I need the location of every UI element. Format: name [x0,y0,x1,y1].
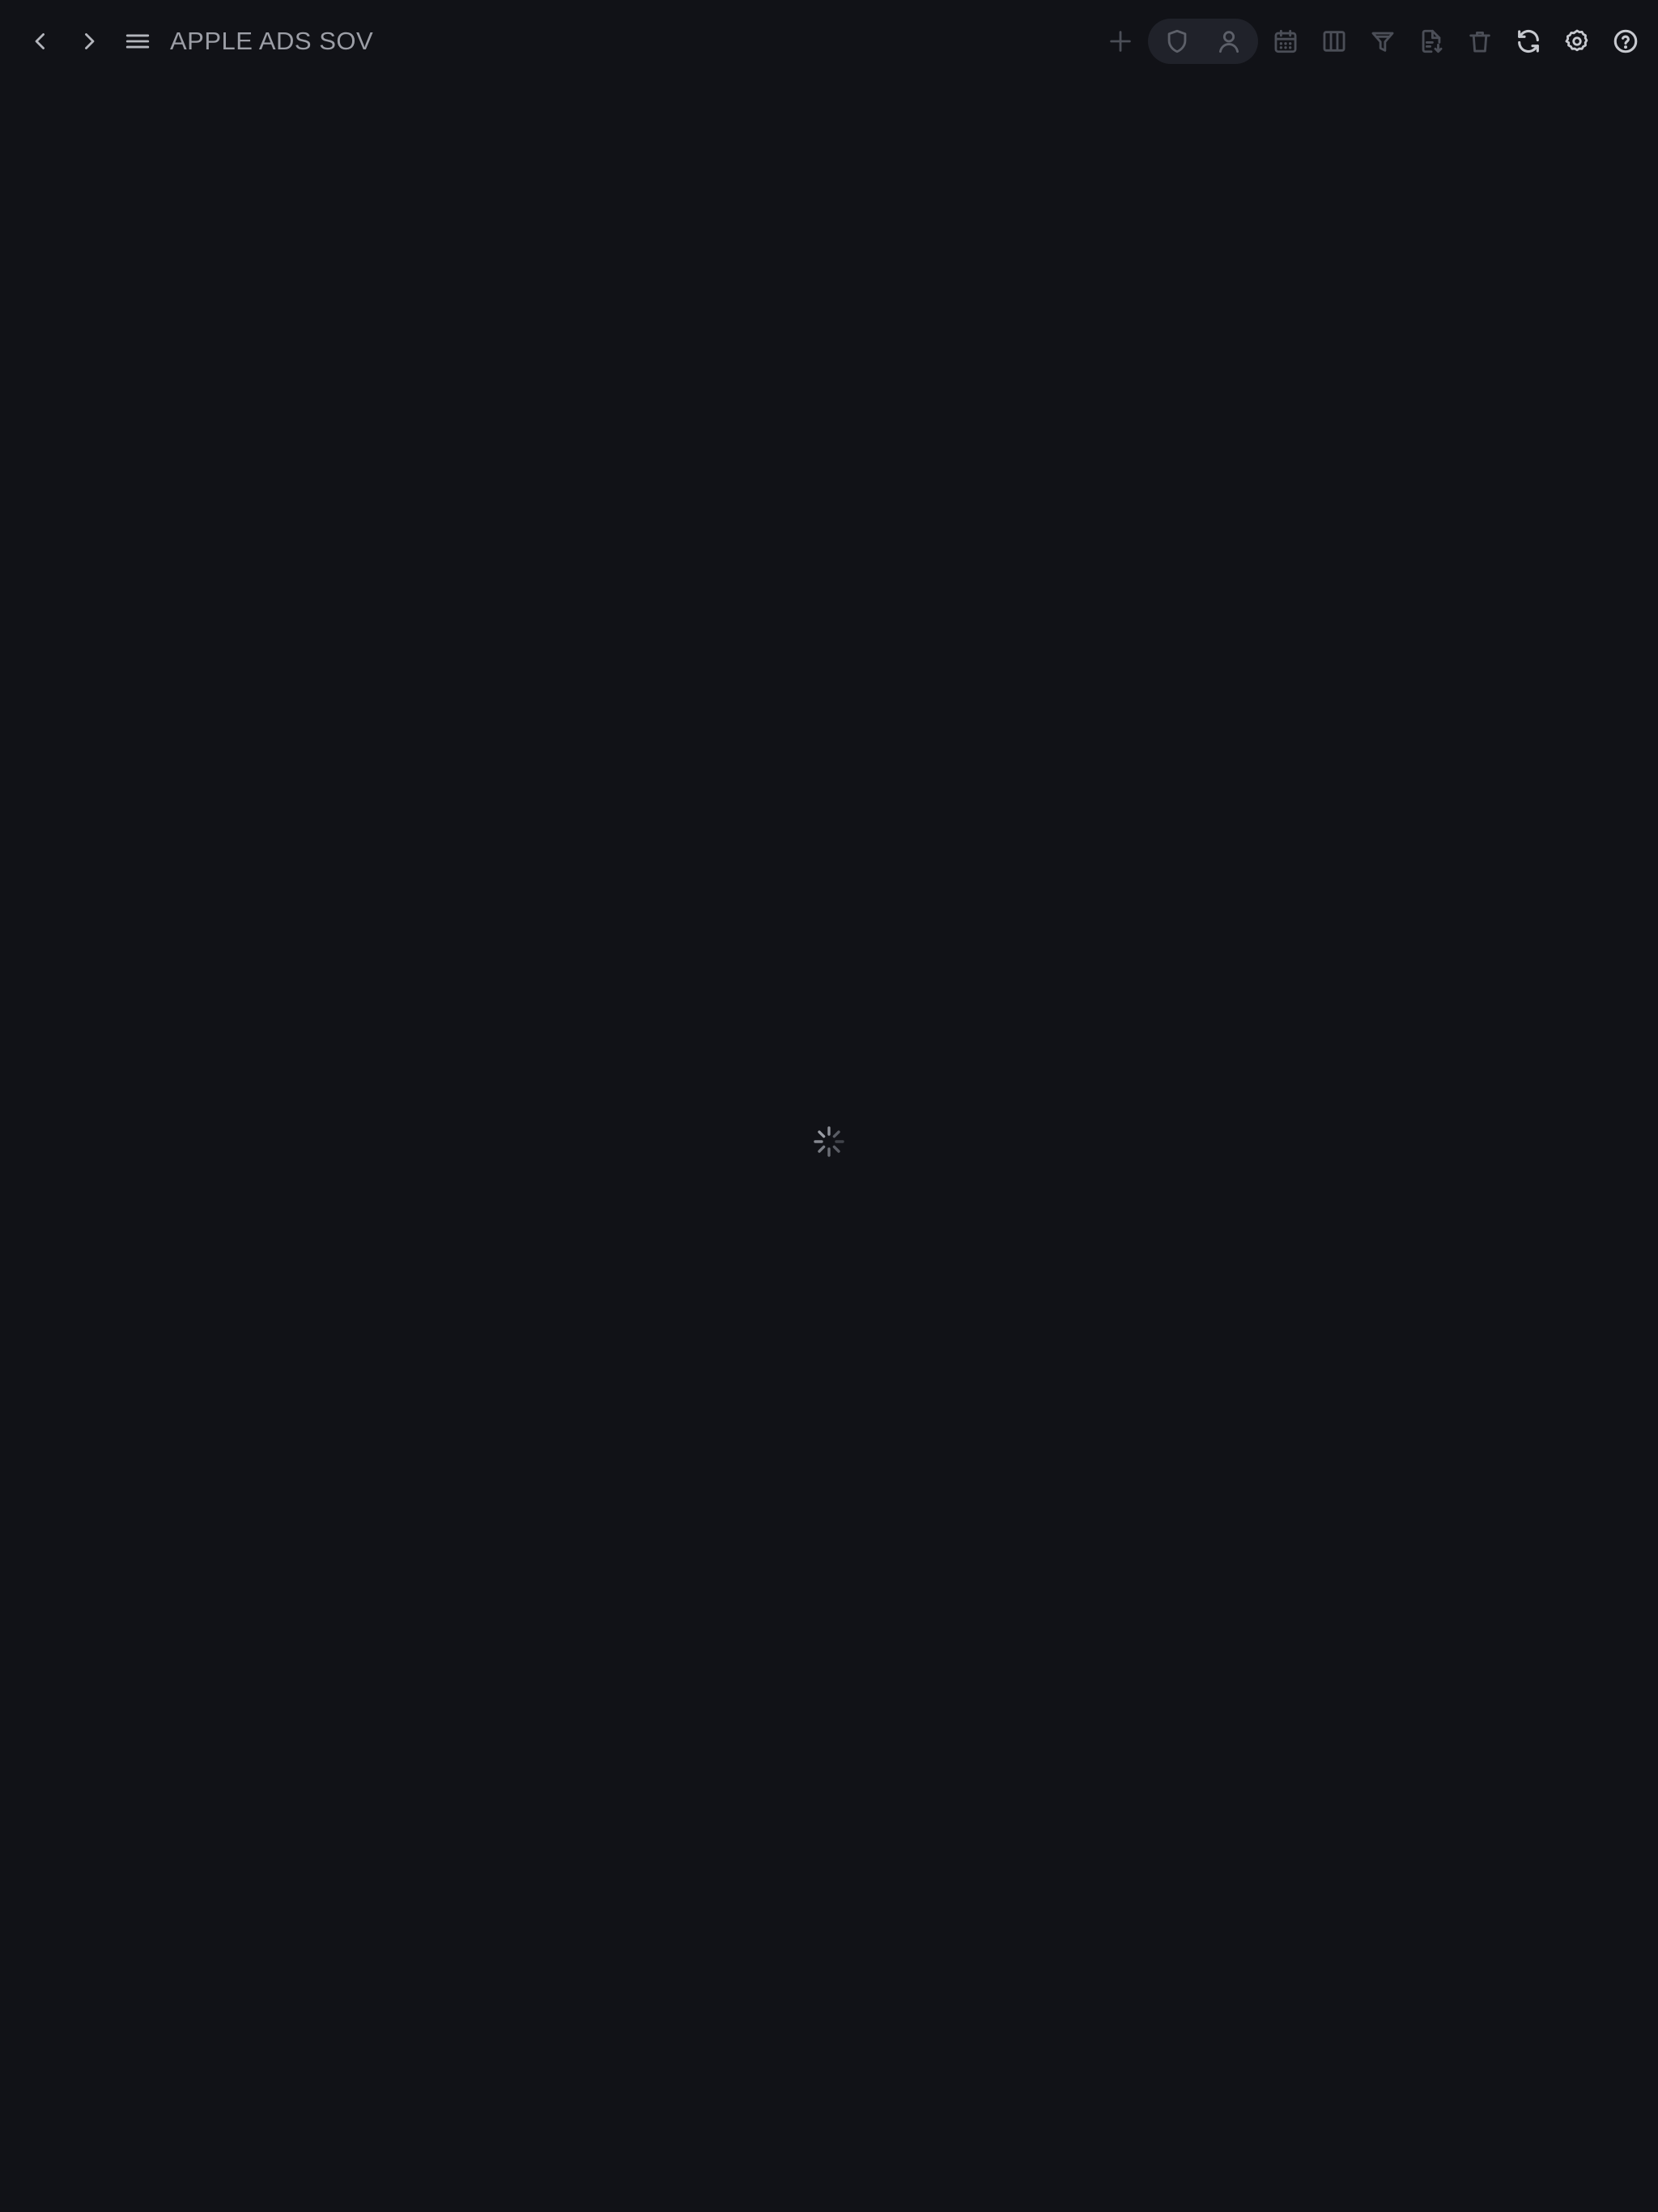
export-button[interactable] [1407,17,1456,66]
view-toggle-group [1148,19,1258,64]
gear-icon [1565,29,1588,52]
chevron-left-icon [35,33,45,49]
help-button[interactable] [1601,17,1650,66]
delete-button[interactable] [1456,17,1504,66]
back-button[interactable] [16,17,65,66]
page-title: APPLE ADS SOV [170,27,374,55]
toolbar-left-group: APPLE ADS SOV [16,17,373,66]
calendar-button[interactable] [1261,17,1310,66]
chevron-right-icon [85,33,95,49]
trash-icon [1469,31,1490,53]
help-circle-icon [1613,29,1638,53]
shield-icon [1167,29,1187,53]
settings-button[interactable] [1553,17,1601,66]
calendar-icon [1274,29,1297,53]
user-icon [1218,31,1239,53]
user-button[interactable] [1203,19,1255,64]
shield-button[interactable] [1151,19,1203,64]
forward-button[interactable] [65,17,113,66]
hamburger-menu-icon [125,34,150,49]
refresh-button[interactable] [1504,17,1553,66]
app-window: APPLE ADS SOV [0,0,1658,2212]
loading-spinner-icon [814,1126,844,1157]
plus-icon [1110,31,1131,52]
add-button[interactable] [1096,17,1145,66]
refresh-icon [1518,29,1539,53]
top-toolbar: APPLE ADS SOV [0,0,1658,83]
menu-button[interactable] [113,17,162,66]
toolbar-right-group [1096,17,1650,66]
columns-button[interactable] [1310,17,1358,66]
filter-button[interactable] [1358,17,1407,66]
document-export-icon [1422,29,1443,53]
filter-icon [1371,32,1394,52]
columns-icon [1323,31,1346,52]
